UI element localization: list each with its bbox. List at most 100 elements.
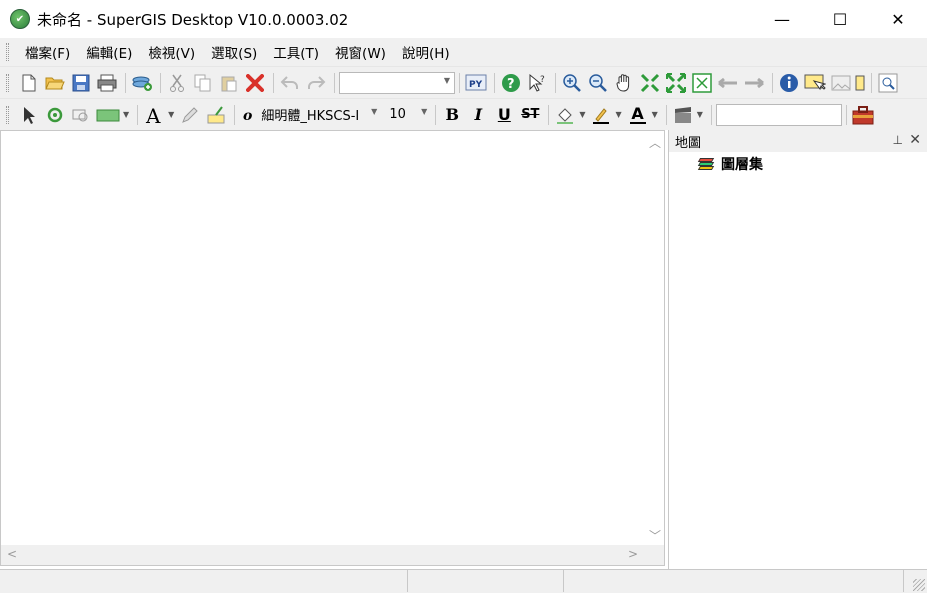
- delete-icon[interactable]: [243, 71, 267, 95]
- toolbar-separator: [665, 104, 667, 125]
- minimize-button[interactable]: —: [753, 0, 811, 38]
- window-title: 未命名 - SuperGIS Desktop V10.0.0003.02: [37, 10, 349, 29]
- menu-select[interactable]: 選取(S): [203, 42, 265, 62]
- menu-grip[interactable]: [6, 43, 9, 61]
- scale-combo[interactable]: ▼: [339, 71, 455, 94]
- toolbar-separator: [435, 104, 437, 125]
- redo-icon[interactable]: [304, 71, 328, 95]
- menu-view[interactable]: 檢視(V): [140, 42, 203, 62]
- drawing-toolbar: ▼ A ▼ o 細明體_HKSCS-I ▼ 10 ▼ B I U ST ▼ ▼ …: [0, 98, 927, 130]
- scroll-down-icon[interactable]: ﹀: [649, 527, 661, 544]
- fixed-zoom-out-icon[interactable]: [664, 71, 688, 95]
- chevron-down-icon[interactable]: ▼: [168, 110, 174, 119]
- toolbar-separator: [494, 72, 495, 93]
- menu-help[interactable]: 說明(H): [394, 42, 458, 62]
- scroll-up-icon[interactable]: ︿: [649, 134, 661, 151]
- chevron-down-icon[interactable]: ▼: [123, 110, 129, 119]
- layers-tree-item[interactable]: 圖層集: [697, 154, 927, 174]
- open-icon[interactable]: [43, 71, 67, 95]
- bold-button[interactable]: B: [440, 103, 464, 127]
- menu-bar: 檔案(F) 編輯(E) 檢視(V) 選取(S) 工具(T) 視窗(W) 說明(H…: [0, 38, 927, 66]
- save-icon[interactable]: [69, 71, 93, 95]
- close-button[interactable]: ✕: [869, 0, 927, 38]
- svg-text:?: ?: [540, 75, 545, 85]
- panel-title: 地圖: [675, 135, 702, 151]
- chevron-down-icon[interactable]: ▼: [697, 110, 703, 119]
- back-icon[interactable]: [716, 71, 740, 95]
- text-color-icon[interactable]: A: [626, 103, 650, 127]
- image-icon[interactable]: [829, 71, 853, 95]
- zoom-out-icon[interactable]: [586, 71, 610, 95]
- standard-toolbar: ▼ PY ? ?: [0, 66, 927, 98]
- chevron-down-icon[interactable]: ▼: [615, 110, 621, 119]
- help-icon[interactable]: ?: [499, 71, 523, 95]
- map-view[interactable]: ︿ ﹀ < >: [0, 130, 665, 566]
- pin-icon[interactable]: ⊥: [893, 133, 903, 147]
- fill-color-icon[interactable]: [553, 103, 577, 127]
- status-cell-main: [0, 570, 408, 592]
- vertical-scrollbar[interactable]: ︿ ﹀: [644, 131, 664, 547]
- text-icon[interactable]: A: [142, 103, 166, 127]
- cut-icon[interactable]: [165, 71, 189, 95]
- undo-icon[interactable]: [278, 71, 302, 95]
- toolbar-separator: [710, 104, 712, 125]
- print-icon[interactable]: [95, 71, 119, 95]
- svg-text:A: A: [145, 105, 161, 125]
- close-icon[interactable]: ✕: [909, 132, 921, 148]
- copy-icon[interactable]: [191, 71, 215, 95]
- svg-text:PY: PY: [469, 80, 483, 90]
- identify-icon[interactable]: [777, 71, 801, 95]
- app-logo-icon: ✔: [10, 9, 30, 29]
- forward-icon[interactable]: [742, 71, 766, 95]
- new-icon[interactable]: [17, 71, 41, 95]
- scroll-corner: [644, 545, 664, 565]
- chevron-down-icon: ▼: [371, 106, 378, 116]
- python-icon[interactable]: PY: [464, 71, 488, 95]
- italic-button[interactable]: I: [466, 103, 490, 127]
- horizontal-scrollbar[interactable]: < >: [1, 545, 646, 565]
- rectangle-icon[interactable]: [95, 103, 121, 127]
- add-data-icon[interactable]: [130, 71, 154, 95]
- font-type-icon: o: [239, 103, 255, 127]
- overflow-icon[interactable]: [855, 71, 865, 95]
- whats-this-icon[interactable]: ?: [525, 71, 549, 95]
- map-tips-icon[interactable]: [803, 71, 827, 95]
- toolbar-separator: [845, 104, 847, 125]
- paste-icon[interactable]: [217, 71, 241, 95]
- fixed-zoom-in-icon[interactable]: [638, 71, 662, 95]
- pan-icon[interactable]: [612, 71, 636, 95]
- zoom-to-element-icon[interactable]: [69, 103, 93, 127]
- toolbar-grip[interactable]: [6, 73, 9, 92]
- toolbar-separator: [160, 72, 161, 93]
- clapper-icon[interactable]: [671, 103, 695, 127]
- font-name-combo[interactable]: 細明體_HKSCS-I ▼: [257, 104, 381, 126]
- zoom-in-icon[interactable]: [560, 71, 584, 95]
- scroll-left-icon[interactable]: <: [7, 547, 17, 561]
- line-color-icon[interactable]: [589, 103, 613, 127]
- pencil-icon[interactable]: [178, 103, 202, 127]
- toolbar-separator: [125, 72, 126, 93]
- full-extent-icon[interactable]: [690, 71, 714, 95]
- zoom-window-icon[interactable]: [876, 71, 900, 95]
- search-combo[interactable]: [715, 103, 842, 126]
- menu-tools[interactable]: 工具(T): [265, 42, 327, 62]
- text-color-swatch: [629, 121, 646, 124]
- select-arrow-icon[interactable]: [17, 103, 41, 127]
- chevron-down-icon[interactable]: ▼: [579, 110, 585, 119]
- underline-button[interactable]: U: [492, 103, 516, 127]
- font-size-combo[interactable]: 10 ▼: [385, 104, 431, 126]
- toolbar-separator: [772, 72, 773, 93]
- menu-window[interactable]: 視窗(W): [327, 42, 394, 62]
- rotate-icon[interactable]: [43, 103, 67, 127]
- scroll-right-icon[interactable]: >: [628, 547, 638, 561]
- menu-edit[interactable]: 編輯(E): [78, 42, 140, 62]
- chevron-down-icon[interactable]: ▼: [652, 110, 658, 119]
- highlight-text-icon[interactable]: [204, 103, 228, 127]
- strikethrough-button[interactable]: ST: [518, 103, 542, 127]
- menu-file[interactable]: 檔案(F): [17, 42, 78, 62]
- resize-grip[interactable]: [913, 579, 925, 591]
- toolbar-grip[interactable]: [6, 105, 9, 124]
- maximize-button[interactable]: ☐: [811, 0, 869, 38]
- toolbox-icon[interactable]: [851, 103, 875, 127]
- chevron-down-icon: ▼: [443, 75, 450, 85]
